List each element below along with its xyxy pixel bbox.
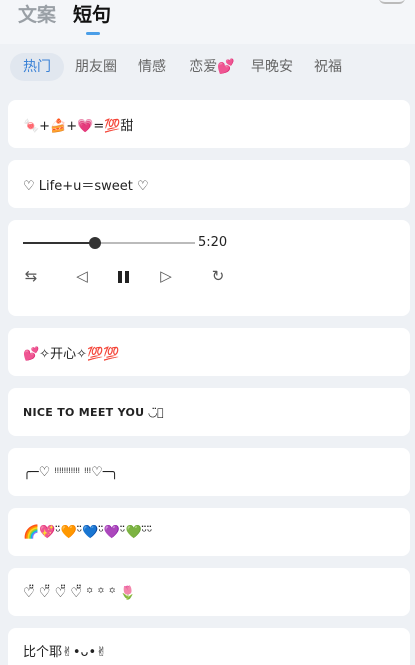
quote-card-1[interactable]: 🍬+🍰+💗=💯甜 (8, 100, 410, 148)
progress-track[interactable] (23, 237, 195, 249)
progress-fill (23, 242, 96, 244)
progress-thumb[interactable] (89, 237, 102, 249)
category-moments[interactable]: 朋友圈 (68, 53, 124, 81)
previous-icon[interactable]: ◁ (72, 266, 92, 286)
quote-text: 💕✧开心✧💯💯 (23, 346, 120, 362)
quote-card-7[interactable]: ♡̆̈ ♡̆̈ ♡̆̈ ♡̆̈ ꙳ ꙳ ꙳ 🌷 (8, 568, 410, 616)
category-emotion[interactable]: 情感 (128, 53, 176, 81)
quote-card-8[interactable]: 比个耶✌︎•ᴗ•✌︎ (8, 628, 410, 665)
category-bar: 热门 朋友圈 情感 恋爱💕 早晚安 祝福 (0, 50, 415, 84)
quote-text: 🍬+🍰+💗=💯甜 (23, 118, 134, 134)
quote-card-5[interactable]: ╭─♡ ᵎᵎᵎᵎᵎᵎᵎᵎᵎᵎᵎ ᵎᵎᵎ♡─╮ (8, 448, 410, 496)
loop-icon[interactable]: ⇆ (21, 266, 41, 286)
quote-text: ♡ Life+u＝sweet ♡ (23, 178, 149, 194)
duration-label: 5:20 (198, 235, 228, 250)
quote-text: 比个耶✌︎•ᴗ•✌︎ (23, 644, 108, 660)
quote-text: NICE TO MEET YOU ◡̈⃝ (23, 405, 164, 419)
quote-text: 🌈💖ᵕ̈🧡ᵕ̈💙ᵕ̈💜ᵕ̈💚ᵕ̈ᵕ̈ (23, 524, 153, 540)
quote-card-3[interactable]: 💕✧开心✧💯💯 (8, 328, 410, 376)
active-tab-indicator (86, 32, 100, 35)
pause-icon[interactable] (118, 271, 130, 283)
audio-player-card: 5:20 ⇆ ◁ ▷ ↻ (8, 220, 410, 316)
quote-card-4[interactable]: NICE TO MEET YOU ◡̈⃝ (8, 388, 410, 436)
top-header: 文案 短句 (0, 0, 415, 44)
category-blessing[interactable]: 祝福 (302, 53, 354, 81)
quote-card-2[interactable]: ♡ Life+u＝sweet ♡ (8, 160, 410, 208)
refresh-icon[interactable]: ↻ (208, 266, 228, 286)
category-love[interactable]: 恋爱💕 (181, 53, 243, 81)
tab-duanju[interactable]: 短句 (73, 2, 111, 28)
category-hot[interactable]: 热门 (10, 53, 64, 81)
quote-text: ♡̆̈ ♡̆̈ ♡̆̈ ♡̆̈ ꙳ ꙳ ꙳ 🌷 (23, 586, 137, 601)
quote-card-6[interactable]: 🌈💖ᵕ̈🧡ᵕ̈💙ᵕ̈💜ᵕ̈💚ᵕ̈ᵕ̈ (8, 508, 410, 556)
next-icon[interactable]: ▷ (156, 266, 176, 286)
corner-decoration (379, 0, 405, 4)
tab-wenan[interactable]: 文案 (18, 2, 56, 28)
category-greetings[interactable]: 早晚安 (246, 53, 298, 81)
quote-text: ╭─♡ ᵎᵎᵎᵎᵎᵎᵎᵎᵎᵎᵎ ᵎᵎᵎ♡─╮ (23, 464, 119, 480)
